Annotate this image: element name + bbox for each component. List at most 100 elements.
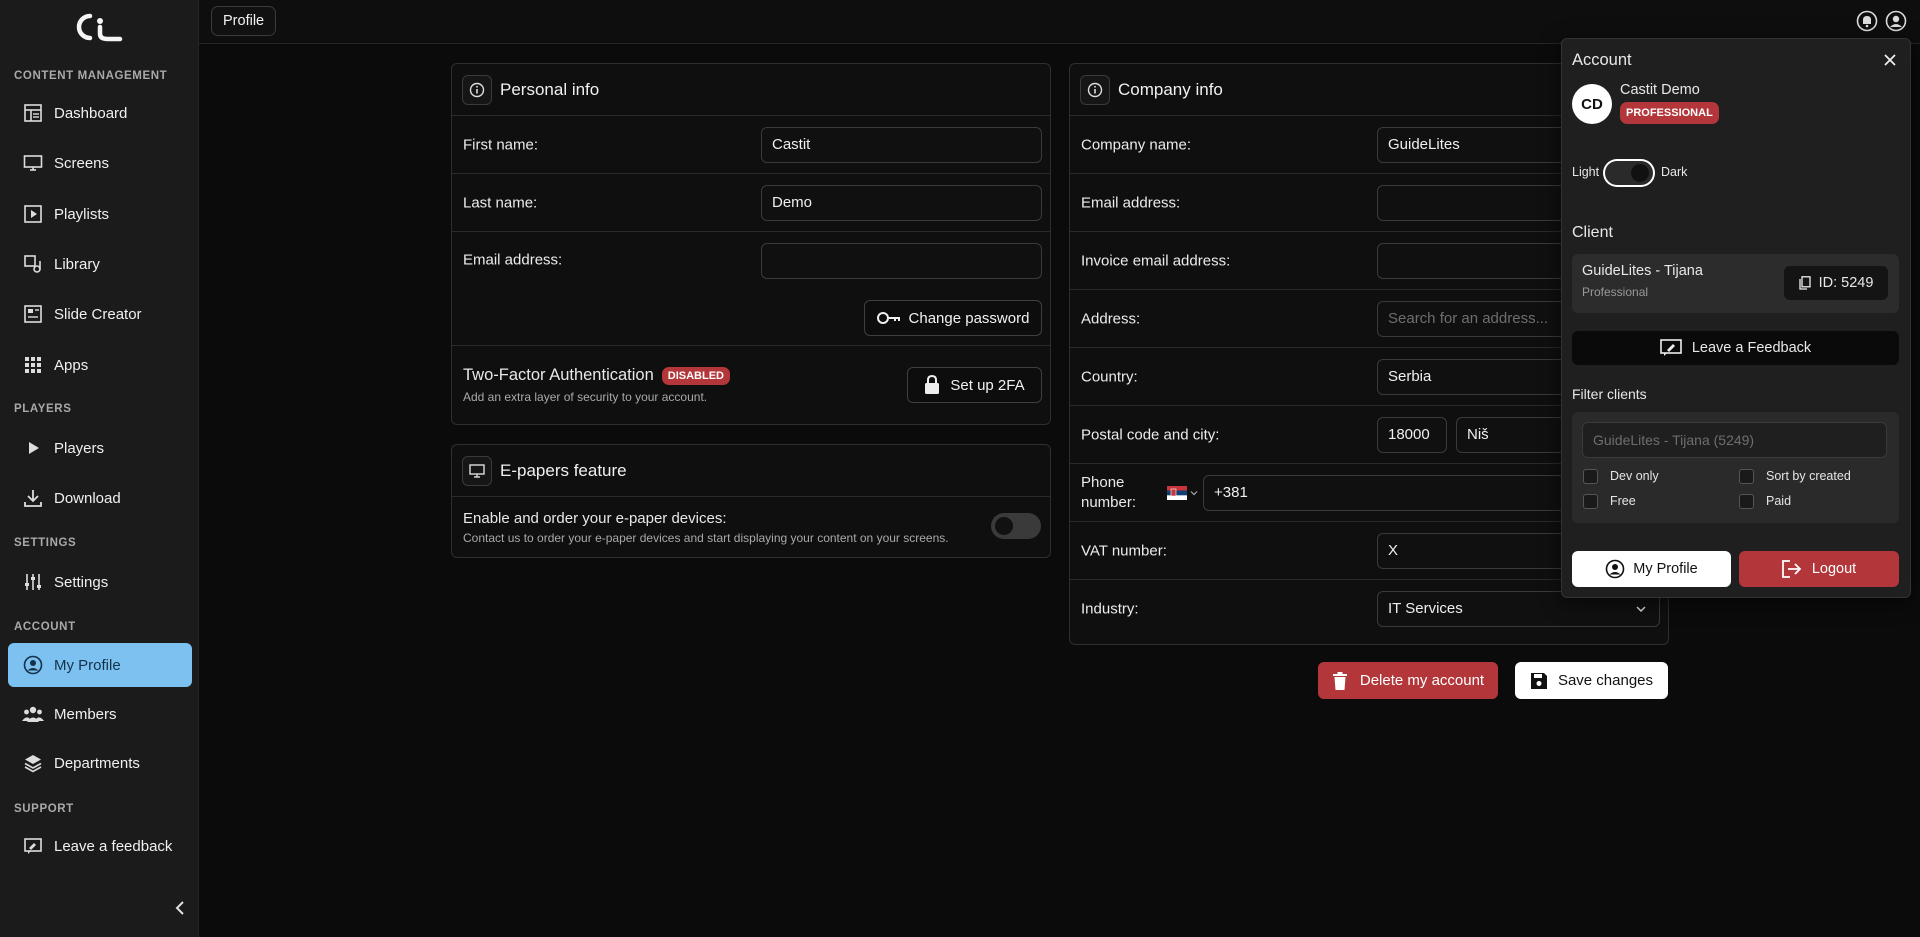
epapers-header: E-papers feature [452, 445, 1050, 497]
section-account: ACCOUNT [14, 621, 76, 633]
info-icon [462, 74, 492, 105]
copy-client-id-button[interactable]: ID: 5249 [1784, 266, 1888, 300]
user-name: Castit Demo [1620, 82, 1700, 98]
postal-code-input[interactable]: 18000 [1377, 417, 1447, 453]
sidebar-item-playlists[interactable]: Playlists [8, 192, 192, 236]
first-name-row: First name: Castit [452, 116, 1050, 174]
download-icon [22, 487, 44, 509]
paid-checkbox[interactable] [1739, 494, 1754, 509]
sidebar-item-dashboard[interactable]: Dashboard [8, 91, 192, 135]
trash-icon [1332, 671, 1347, 690]
castit-logo[interactable] [72, 12, 124, 42]
close-icon[interactable] [1883, 53, 1897, 67]
sidebar-item-label: Leave a feedback [54, 837, 173, 855]
feedback-icon [22, 835, 44, 857]
free-checkbox[interactable] [1583, 494, 1598, 509]
last-name-row: Last name: Demo [452, 174, 1050, 232]
change-password-button[interactable]: Change password [864, 300, 1042, 336]
sliders-icon [22, 571, 44, 593]
logout-icon [1781, 560, 1802, 578]
client-name: GuideLites - Tijana [1582, 263, 1703, 279]
email-password-row: Email address: Change password [452, 232, 1050, 346]
postal-city-label: Postal code and city: [1081, 426, 1220, 443]
personal-info-card: Personal info First name: Castit Last na… [451, 63, 1051, 425]
account-panel: Account CD Castit Demo PROFESSIONAL Ligh… [1561, 38, 1911, 598]
sidebar-item-label: Slide Creator [54, 305, 142, 323]
sidebar-item-library[interactable]: Library [8, 242, 192, 286]
notification-bell-icon[interactable] [1856, 10, 1878, 32]
playlist-icon [22, 203, 44, 225]
sort-by-created-label: Sort by created [1766, 469, 1851, 483]
sidebar-item-label: Library [54, 255, 100, 273]
breadcrumb[interactable]: Profile [211, 6, 277, 36]
country-code-picker[interactable] [1167, 486, 1198, 500]
delete-account-button[interactable]: Delete my account [1318, 662, 1498, 699]
sidebar-item-players[interactable]: Players [8, 426, 192, 470]
sort-by-created-checkbox[interactable] [1739, 469, 1754, 484]
filter-clients-box: GuideLites - Tijana (5249) Dev only Sort… [1572, 412, 1899, 523]
plan-badge: PROFESSIONAL [1620, 102, 1719, 124]
apps-grid-icon [22, 354, 44, 376]
copy-icon [1798, 276, 1811, 290]
personal-info-header: Personal info [452, 64, 1050, 116]
user-circle-icon [1605, 559, 1625, 579]
save-changes-button[interactable]: Save changes [1515, 662, 1668, 699]
first-name-input[interactable]: Castit [761, 127, 1042, 163]
dev-only-checkbox[interactable] [1583, 469, 1598, 484]
client-heading: Client [1572, 224, 1613, 241]
dashboard-icon [22, 102, 44, 124]
section-support: SUPPORT [14, 803, 74, 815]
industry-label: Industry: [1081, 600, 1139, 618]
last-name-input[interactable]: Demo [761, 185, 1042, 221]
vat-label: VAT number: [1081, 542, 1167, 559]
setup-2fa-button[interactable]: Set up 2FA [907, 367, 1042, 403]
layers-icon [22, 752, 44, 774]
dev-only-label: Dev only [1610, 469, 1659, 483]
save-changes-label: Save changes [1557, 672, 1654, 689]
filter-clients-input[interactable]: GuideLites - Tijana (5249) [1582, 422, 1887, 458]
epapers-title: E-papers feature [500, 460, 627, 480]
avatar: CD [1572, 84, 1612, 124]
sidebar-item-apps[interactable]: Apps [8, 343, 192, 387]
sidebar: CONTENT MANAGEMENT Dashboard Screens Pla… [0, 0, 199, 937]
collapse-sidebar-chevron-icon[interactable] [170, 898, 190, 918]
setup-2fa-label: Set up 2FA [950, 376, 1025, 394]
client-card[interactable]: GuideLites - Tijana Professional ID: 524… [1572, 254, 1899, 313]
epapers-row: Enable and order your e-paper devices: C… [452, 497, 1050, 557]
sidebar-item-label: Download [54, 489, 121, 507]
sidebar-item-settings[interactable]: Settings [8, 560, 192, 604]
epapers-enable-label: Enable and order your e-paper devices: [463, 510, 727, 527]
sidebar-item-screens[interactable]: Screens [8, 141, 192, 185]
theme-toggle[interactable] [1603, 159, 1655, 187]
industry-value: IT Services [1388, 600, 1463, 617]
sidebar-item-members[interactable]: Members [8, 692, 192, 736]
two-factor-heading: Two-Factor Authentication DISABLED [463, 366, 730, 385]
address-label: Address: [1081, 310, 1141, 327]
sidebar-item-label: Departments [54, 754, 140, 772]
theme-light-label: Light [1572, 165, 1600, 179]
client-plan: Professional [1582, 285, 1649, 299]
sidebar-item-my-profile[interactable]: My Profile [8, 643, 192, 687]
free-label: Free [1610, 494, 1636, 508]
two-factor-description: Add an extra layer of security to your a… [463, 390, 708, 404]
user-avatar-icon[interactable] [1885, 10, 1907, 32]
last-name-label: Last name: [463, 194, 538, 211]
email-input[interactable] [761, 243, 1042, 279]
user-circle-icon [22, 654, 44, 676]
epapers-toggle[interactable] [991, 513, 1041, 539]
leave-feedback-button[interactable]: Leave a Feedback [1572, 331, 1899, 365]
phone-label-line-2: number: [1081, 494, 1137, 511]
monitor-icon [22, 152, 44, 174]
logout-button[interactable]: Logout [1739, 551, 1899, 587]
my-profile-button[interactable]: My Profile [1572, 551, 1731, 587]
sidebar-item-label: Dashboard [54, 104, 128, 122]
sidebar-item-download[interactable]: Download [8, 476, 192, 520]
sidebar-item-leave-feedback[interactable]: Leave a feedback [8, 824, 192, 868]
invoice-email-label: Invoice email address: [1081, 252, 1231, 269]
two-factor-title: Two-Factor Authentication [463, 366, 654, 384]
lock-icon [925, 375, 940, 394]
sidebar-item-slide-creator[interactable]: Slide Creator [8, 292, 192, 336]
sidebar-item-departments[interactable]: Departments [8, 741, 192, 785]
sidebar-item-label: Playlists [54, 205, 110, 223]
sidebar-item-label: My Profile [54, 656, 121, 674]
